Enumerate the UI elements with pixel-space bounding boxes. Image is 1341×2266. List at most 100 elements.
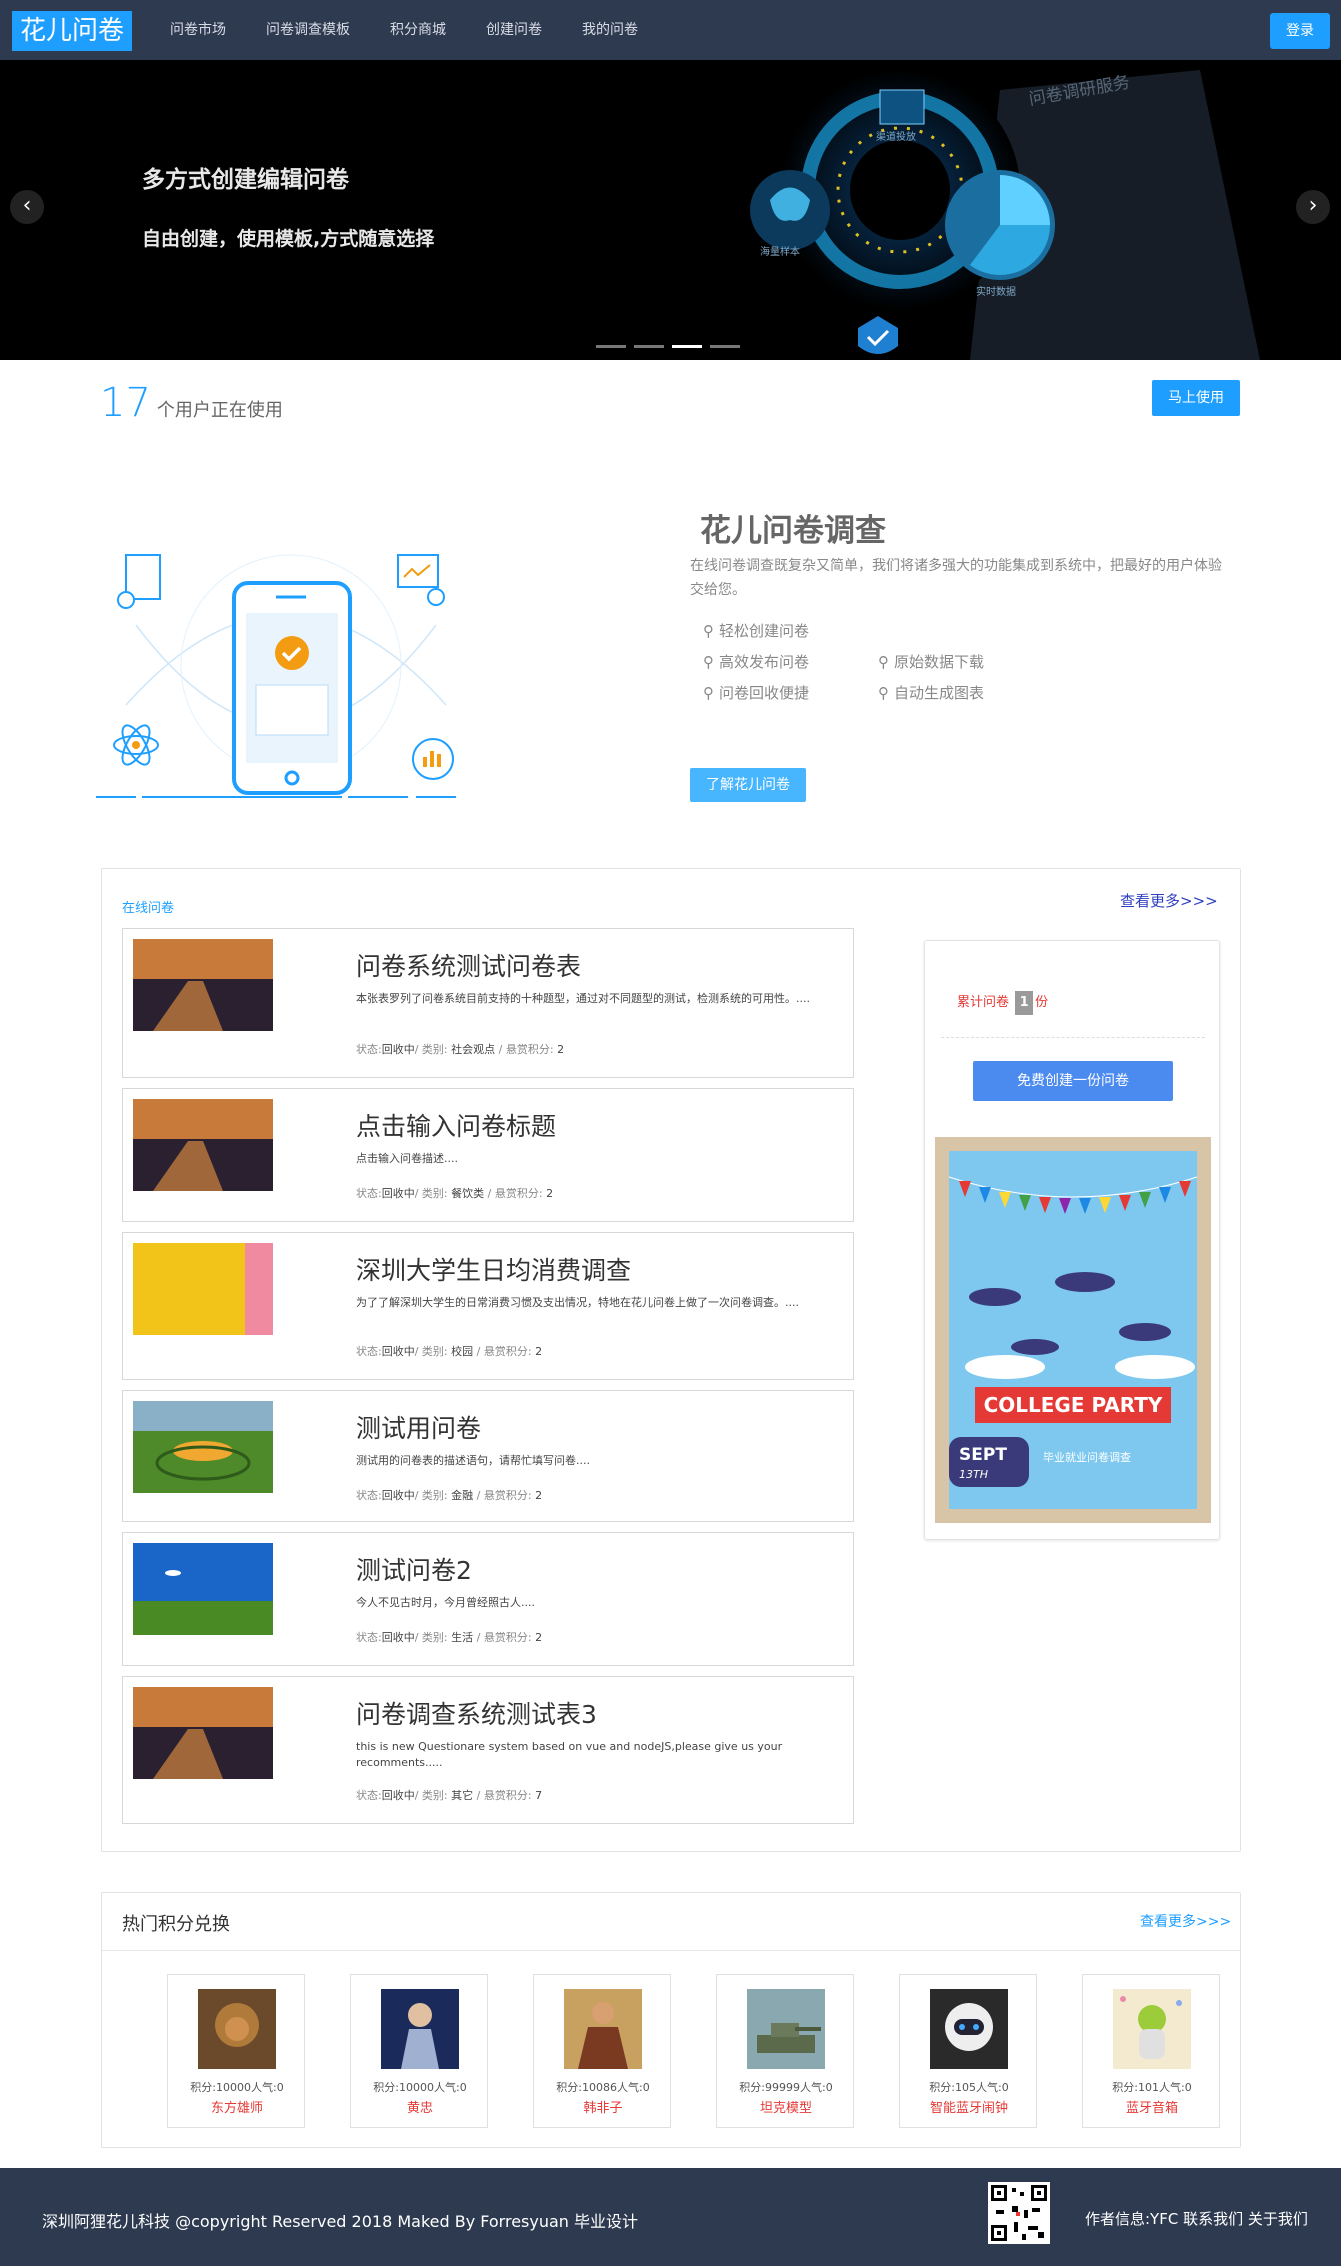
logo[interactable]: 花儿问卷	[12, 11, 132, 51]
questionnaire-card[interactable]: 问卷调查系统测试表3 this is new Questionare syste…	[122, 1676, 854, 1824]
product-card[interactable]: 积分:10000人气:0 黄忠	[350, 1974, 488, 2128]
status-value: 回收中	[381, 1043, 415, 1056]
meta-label: / 悬赏积分:	[476, 1631, 532, 1644]
nav-item-points-mall[interactable]: 积分商城	[370, 0, 466, 60]
meta-label: 状态:	[356, 1187, 382, 1200]
feature-item: ⚲ 轻松创建问卷	[703, 620, 809, 641]
nav-item-templates[interactable]: 问卷调查模板	[246, 0, 370, 60]
carousel-dot[interactable]	[634, 345, 664, 348]
questionnaire-title[interactable]: 测试问卷2	[356, 1551, 472, 1587]
feature-item: ⚲ 原始数据下载	[878, 651, 984, 672]
divider	[941, 1037, 1205, 1038]
footer-links[interactable]: 作者信息:YFC 联系我们 关于我们	[1085, 2208, 1308, 2229]
product-meta: 积分:10086人气:0	[556, 2081, 650, 2094]
meta-label: 状态:	[356, 1631, 382, 1644]
points-value: 7	[535, 1789, 543, 1802]
poster-date: SEPT	[959, 1445, 1007, 1465]
questionnaire-card[interactable]: 深圳大学生日均消费调查 为了了解深圳大学生的日常消费习惯及支出情况，特地在花儿问…	[122, 1232, 854, 1380]
user-count: 17 个用户正在使用	[100, 380, 283, 426]
questionnaire-title[interactable]: 点击输入问卷标题	[356, 1107, 556, 1143]
questionnaire-meta: 状态:回收中/ 类别: 餐饮类 / 悬赏积分: 2	[356, 1185, 553, 1201]
qr-code-icon	[988, 2182, 1050, 2244]
meta-label: / 类别:	[414, 1043, 448, 1056]
carousel-dot[interactable]	[596, 345, 626, 348]
status-value: 回收中	[381, 1489, 415, 1502]
category-value: 金融	[451, 1489, 474, 1502]
category-value: 其它	[451, 1789, 474, 1802]
points-value: 2	[535, 1489, 543, 1502]
questionnaire-thumbnail	[133, 1543, 273, 1635]
questionnaire-desc: 点击输入问卷描述....	[356, 1152, 458, 1165]
nav-item-create[interactable]: 创建问卷	[466, 0, 562, 60]
product-card[interactable]: 积分:10000人气:0 东方雄师	[167, 1974, 305, 2128]
total-count: 1	[1015, 991, 1034, 1015]
top-navbar: 花儿问卷 问卷市场 问卷调查模板 积分商城 创建问卷 我的问卷 登录	[0, 0, 1341, 60]
points-value: 2	[557, 1043, 565, 1056]
product-card[interactable]: 积分:10086人气:0 韩非子	[533, 1974, 671, 2128]
meta-label: / 悬赏积分:	[476, 1489, 532, 1502]
use-now-button[interactable]: 马上使用	[1152, 380, 1240, 416]
questionnaire-card[interactable]: 测试用问卷 测试用的问卷表的描述语句，请帮忙填写问卷.... 状态:回收中/ 类…	[122, 1390, 854, 1522]
product-meta: 积分:105人气:0	[929, 2081, 1009, 2094]
status-value: 回收中	[381, 1631, 415, 1644]
questionnaire-thumbnail	[133, 1687, 273, 1779]
view-more-link[interactable]: 查看更多>>>	[1120, 890, 1218, 911]
login-button[interactable]: 登录	[1270, 13, 1330, 49]
footer-copyright: 深圳阿狸花儿科技 @copyright Reserved 2018 Maked …	[42, 2212, 639, 2231]
questionnaire-thumbnail	[133, 1401, 273, 1493]
map-pin-icon: ⚲	[703, 653, 714, 671]
product-name[interactable]: 坦克模型	[717, 2097, 855, 2116]
product-name[interactable]: 蓝牙音箱	[1083, 2097, 1221, 2116]
carousel-dot[interactable]	[710, 345, 740, 348]
feature-label: 问卷回收便捷	[719, 684, 810, 702]
meta-label: 状态:	[356, 1789, 382, 1802]
footer: 深圳阿狸花儿科技 @copyright Reserved 2018 Maked …	[0, 2168, 1341, 2266]
questionnaire-desc: 今人不见古时月，今月曾经照古人....	[356, 1596, 535, 1609]
carousel-next-icon[interactable]: ›	[1296, 190, 1330, 224]
product-name[interactable]: 智能蓝牙闹钟	[900, 2097, 1038, 2116]
meta-label: 状态:	[356, 1043, 382, 1056]
questionnaire-meta: 状态:回收中/ 类别: 其它 / 悬赏积分: 7	[356, 1787, 542, 1803]
feature-label: 自动生成图表	[894, 684, 985, 702]
nav-item-market[interactable]: 问卷市场	[150, 0, 246, 60]
create-free-button[interactable]: 免费创建一份问卷	[973, 1061, 1173, 1101]
meta-label: / 类别:	[414, 1789, 448, 1802]
questionnaire-desc: this is new Questionare system based on …	[356, 1740, 783, 1769]
questionnaire-thumbnail	[133, 1099, 273, 1191]
banner-art-label: 渠道投放	[876, 130, 916, 143]
feature-item: ⚲ 高效发布问卷	[703, 651, 809, 672]
product-card[interactable]: 积分:105人气:0 智能蓝牙闹钟	[899, 1974, 1037, 2128]
questionnaire-title[interactable]: 测试用问卷	[356, 1409, 481, 1445]
banner-illustration: 问卷调研服务 渠道投放 海量样本 实时数据	[640, 60, 1340, 360]
questionnaire-card[interactable]: 问卷系统测试问卷表 本张表罗列了问卷系统目前支持的十种题型，通过对不同题型的测试…	[122, 928, 854, 1078]
banner-subtitle: 自由创建，使用模板,方式随意选择	[142, 228, 435, 250]
carousel-prev-icon[interactable]: ‹	[10, 190, 44, 224]
college-party-poster[interactable]: COLLEGE PARTY SEPT 13TH 毕业就业问卷调查	[935, 1137, 1211, 1523]
user-count-label: 个用户正在使用	[156, 400, 283, 421]
learn-more-button[interactable]: 了解花儿问卷	[690, 768, 806, 802]
product-card[interactable]: 积分:101人气:0 蓝牙音箱	[1082, 1974, 1220, 2128]
meta-label: 状态:	[356, 1489, 382, 1502]
category-value: 餐饮类	[451, 1187, 485, 1200]
questionnaire-title[interactable]: 问卷系统测试问卷表	[356, 947, 581, 983]
nav-item-my-questionnaires[interactable]: 我的问卷	[562, 0, 658, 60]
questionnaire-title[interactable]: 深圳大学生日均消费调查	[356, 1251, 631, 1287]
product-image	[564, 1989, 642, 2069]
questionnaire-card[interactable]: 点击输入问卷标题 点击输入问卷描述.... 状态:回收中/ 类别: 餐饮类 / …	[122, 1088, 854, 1222]
product-name[interactable]: 东方雄师	[168, 2097, 306, 2116]
questionnaire-thumbnail	[133, 939, 273, 1031]
points-value: 2	[546, 1187, 554, 1200]
product-meta: 积分:101人气:0	[1112, 2081, 1192, 2094]
product-card[interactable]: 积分:99999人气:0 坦克模型	[716, 1974, 854, 2128]
product-name[interactable]: 韩非子	[534, 2097, 672, 2116]
hot-exchange-title: 热门积分兑换	[122, 1914, 230, 1935]
product-meta: 积分:10000人气:0	[190, 2081, 284, 2094]
questionnaire-card[interactable]: 测试问卷2 今人不见古时月，今月曾经照古人.... 状态:回收中/ 类别: 生活…	[122, 1532, 854, 1666]
product-name[interactable]: 黄忠	[351, 2097, 489, 2116]
hot-view-more-link[interactable]: 查看更多>>>	[1140, 1911, 1231, 1931]
banner-art-label: 实时数据	[976, 285, 1016, 298]
category-value: 校园	[451, 1345, 474, 1358]
carousel-indicators	[596, 345, 740, 348]
questionnaire-title[interactable]: 问卷调查系统测试表3	[356, 1695, 597, 1731]
carousel-dot-active[interactable]	[672, 345, 702, 348]
